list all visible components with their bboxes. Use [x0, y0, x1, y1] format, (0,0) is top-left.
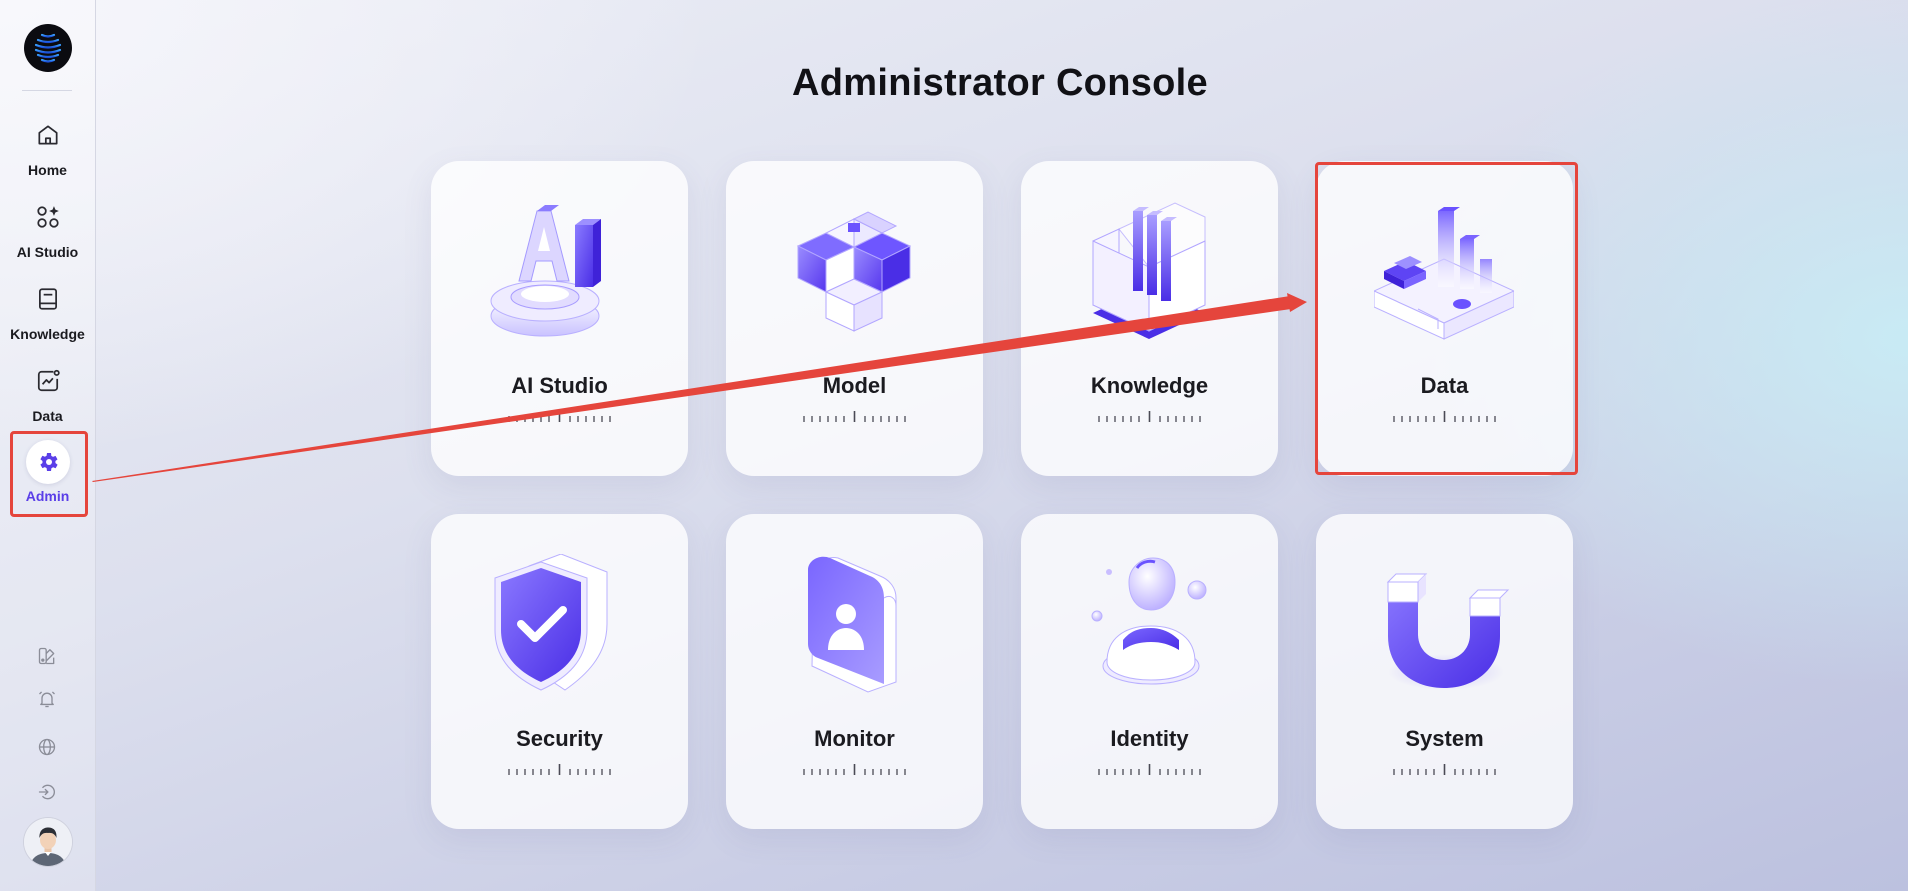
chart-icon — [31, 364, 65, 398]
sidebar-item-label: Home — [28, 162, 67, 178]
sidebar: Home AI Studio Knowledge Data Admin — [0, 0, 96, 891]
data-chart-3d-icon — [1374, 207, 1514, 340]
card-knowledge[interactable]: Knowledge — [1021, 161, 1278, 476]
card-ruler-decoration — [1098, 411, 1201, 422]
card-monitor[interactable]: Monitor — [726, 514, 983, 829]
sidebar-item-label: Data — [32, 408, 63, 424]
theme-palette-icon[interactable] — [34, 643, 60, 669]
system-magnet-3d-icon — [1386, 573, 1510, 690]
apps-sparkle-icon — [31, 200, 65, 234]
security-shield-3d-icon — [494, 554, 608, 691]
card-model[interactable]: Model — [726, 161, 983, 476]
sidebar-item-knowledge[interactable]: Knowledge — [0, 282, 95, 354]
sidebar-item-home[interactable]: Home — [0, 118, 95, 190]
card-system[interactable]: System — [1316, 514, 1573, 829]
card-ruler-decoration — [1393, 764, 1496, 775]
identity-user-3d-icon — [1091, 557, 1207, 685]
card-label: System — [1405, 726, 1484, 751]
sidebar-item-label: Knowledge — [10, 326, 85, 342]
annotation-highlight-box — [10, 431, 88, 517]
card-security[interactable]: Security — [431, 514, 688, 829]
ai-studio-3d-icon — [490, 205, 601, 337]
home-icon — [31, 118, 65, 152]
card-label: Data — [1420, 373, 1469, 398]
card-ai-studio[interactable]: AI Studio — [431, 161, 688, 476]
card-ruler-decoration — [803, 764, 906, 775]
notification-bell-icon[interactable] — [34, 686, 60, 712]
page-title: Administrator Console — [792, 62, 1208, 104]
sidebar-item-ai-studio[interactable]: AI Studio — [0, 200, 95, 272]
card-label: Security — [516, 726, 603, 751]
waveform-logo-icon[interactable] — [24, 24, 72, 72]
book-icon — [31, 282, 65, 316]
logout-icon[interactable] — [34, 779, 60, 805]
card-label: Knowledge — [1090, 373, 1209, 398]
sidebar-divider — [22, 90, 72, 91]
card-ruler-decoration — [1393, 411, 1496, 422]
card-label: AI Studio — [511, 373, 608, 398]
card-ruler-decoration — [803, 411, 906, 422]
monitor-badge-3d-icon — [808, 556, 897, 693]
card-label: Model — [822, 373, 887, 398]
card-label: Identity — [1110, 726, 1189, 751]
model-cubes-3d-icon — [796, 211, 912, 332]
knowledge-books-3d-icon — [1092, 202, 1206, 339]
card-ruler-decoration — [1098, 764, 1201, 775]
user-avatar-icon[interactable] — [24, 818, 72, 866]
language-globe-icon[interactable] — [34, 734, 60, 760]
card-ruler-decoration — [508, 764, 611, 775]
card-ruler-decoration — [508, 411, 611, 422]
card-data[interactable]: Data — [1316, 161, 1573, 476]
sidebar-item-data[interactable]: Data — [0, 364, 95, 436]
card-identity[interactable]: Identity — [1021, 514, 1278, 829]
sidebar-item-label: AI Studio — [16, 244, 79, 260]
card-label: Monitor — [814, 726, 895, 751]
